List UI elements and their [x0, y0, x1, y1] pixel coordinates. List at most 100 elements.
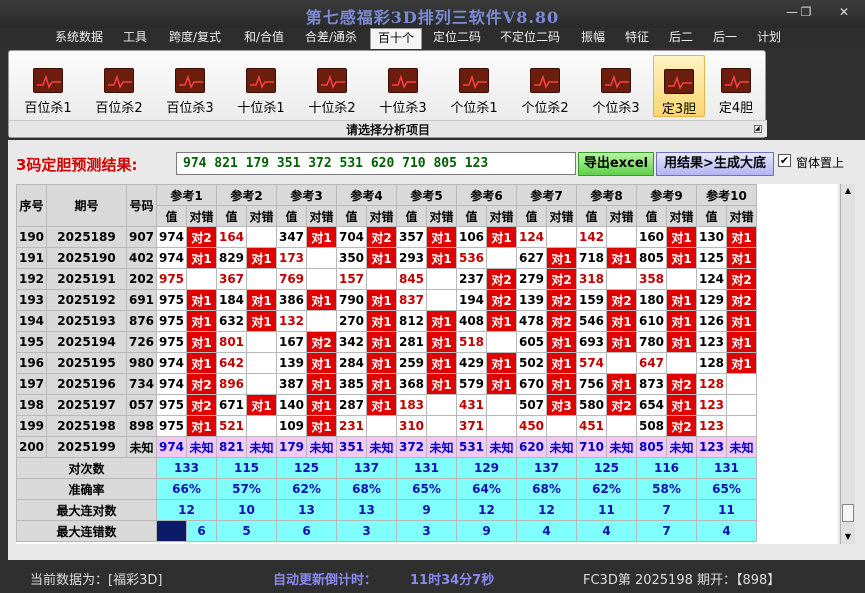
data-grid[interactable]: 序号 期号 号码 参考1 参考2 参考3 参考4 参考5 参考6 参考7 参考8 参考9 参考10 值对错… [16, 184, 838, 544]
menu-amplitude[interactable]: 振幅 [574, 28, 612, 48]
menu-tools[interactable]: 工具 [116, 28, 154, 48]
cell-hit: 对1 [726, 352, 757, 374]
cell-hit: 对1 [666, 247, 697, 269]
menu-last2[interactable]: 后二 [662, 28, 700, 48]
menu-pos2[interactable]: 定位二码 [428, 28, 486, 48]
cell-hit [246, 352, 277, 374]
ribbon-button-9[interactable]: 个位杀3 [585, 55, 647, 117]
col-header-value: 值 [516, 205, 547, 227]
ribbon-button-7[interactable]: 个位杀1 [443, 55, 505, 117]
ribbon-button-1[interactable]: 百位杀1 [17, 55, 79, 117]
content-panel: 3码定胆预测结果: 974 821 179 351 372 531 620 71… [8, 140, 865, 560]
stats-value: 62% [276, 478, 337, 500]
restore-button[interactable]: ❐ [794, 4, 818, 20]
menu-system-data[interactable]: 系统数据 [48, 28, 110, 48]
cell-value: 287 [336, 394, 367, 416]
menu-sum[interactable]: 和/合值 [236, 28, 292, 48]
cell-value: 237 [456, 268, 487, 290]
cell-hit: 对1 [426, 373, 457, 395]
table-row[interactable]: 199 2025198 898 975 对1 521 109 对1 231 310 371 450 45… [16, 415, 757, 437]
table-row[interactable]: 197 2025196 734 974 对2 896 387 对1 385 对1 368 对1 579 对… [16, 373, 757, 395]
col-header-ref: 参考10 [696, 184, 757, 206]
topmost-checkbox[interactable]: ✔ [778, 154, 791, 167]
stats-value: 57% [216, 478, 277, 500]
row-seq: 192 [16, 268, 47, 290]
scroll-up-icon[interactable]: ▲ [841, 184, 855, 198]
cell-hit: 对1 [546, 247, 577, 269]
countdown-label: 自动更新倒计时： [273, 573, 378, 588]
cell-value: 106 [456, 226, 487, 248]
table-row[interactable]: 193 2025192 691 975 对1 184 对1 386 对1 790 对1 837 194 对… [16, 289, 757, 311]
cell-hit [306, 268, 337, 290]
row-code: 980 [126, 352, 157, 374]
table-row[interactable]: 195 2025194 726 975 对1 801 167 对2 342 对1 281 对1 518 6… [16, 331, 757, 353]
menu-last1[interactable]: 后一 [706, 28, 744, 48]
menu-plan[interactable]: 计划 [750, 28, 788, 48]
cell-value: 507 [516, 394, 547, 416]
cell-value: 829 [216, 247, 247, 269]
col-header-hit: 对错 [426, 205, 457, 227]
cell-value: 129 [696, 289, 727, 311]
cell-hit [486, 394, 517, 416]
stats-label: 准确率 [16, 478, 157, 500]
col-header-value: 值 [336, 205, 367, 227]
col-header-ref: 参考6 [456, 184, 517, 206]
table-row[interactable]: 192 2025191 202 975 367 769 157 845 237 对2 279 对2 31… [16, 268, 757, 290]
stats-value: 62% [576, 478, 637, 500]
row-issue: 2025198 [46, 415, 127, 437]
status-bar: 当前数据为：[福彩3D] 自动更新倒计时： 11时34分7秒 FC3D第 202… [0, 562, 865, 593]
close-button[interactable]: ✕ [832, 4, 856, 20]
col-header-value: 值 [396, 205, 427, 227]
cell-hit: 对2 [606, 394, 637, 416]
table-row[interactable]: 190 2025189 907 974 对2 164 347 对1 704 对2 357 对1 106 对… [16, 226, 757, 248]
cell-hit: 对1 [546, 331, 577, 353]
cell-value: 164 [216, 226, 247, 248]
forecast-value: 123 [696, 436, 727, 458]
col-header-issue: 期号 [46, 184, 127, 227]
table-row[interactable]: 194 2025193 876 975 对1 632 对1 132 270 对1 812 对1 408 对… [16, 310, 757, 332]
export-excel-button[interactable]: 导出excel [578, 152, 654, 176]
col-header-hit: 对错 [246, 205, 277, 227]
cell-value: 521 [216, 415, 247, 437]
table-row[interactable]: 191 2025190 402 974 对1 829 对1 173 350 对1 293 对1 536 6… [16, 247, 757, 269]
menu-diff[interactable]: 合差/通杀 [298, 28, 364, 48]
ribbon-expand-icon[interactable]: ◢ [754, 125, 762, 133]
ribbon-button-4[interactable]: 十位杀1 [230, 55, 292, 117]
scroll-thumb[interactable] [842, 504, 854, 522]
cell-hit: 对1 [666, 289, 697, 311]
menu-span[interactable]: 跨度/复式 [160, 28, 230, 48]
stats-value: 3 [396, 520, 457, 542]
row-seq: 191 [16, 247, 47, 269]
row-seq: 199 [16, 415, 47, 437]
cell-value: 128 [696, 352, 727, 374]
forecast-row[interactable]: 200 2025199 未知 974 未知 821 未知 179 未知 351 未知 372 未知 531… [16, 436, 757, 458]
stats-value: 66% [156, 478, 217, 500]
scroll-down-icon[interactable]: ▼ [841, 530, 855, 544]
ribbon-button-8[interactable]: 个位杀2 [514, 55, 576, 117]
stats-value: 125 [576, 457, 637, 479]
cell-hit: 对1 [606, 247, 637, 269]
cell-hit: 对1 [246, 289, 277, 311]
table-row[interactable]: 196 2025195 980 974 对1 642 139 对1 284 对1 259 对1 429 对… [16, 352, 757, 374]
result-field[interactable]: 974 821 179 351 372 531 620 710 805 123 [176, 152, 576, 175]
ribbon-button-3[interactable]: 百位杀3 [159, 55, 221, 117]
ribbon-button-6[interactable]: 十位杀3 [372, 55, 434, 117]
ribbon-button-2[interactable]: 百位杀2 [88, 55, 150, 117]
menu-feature[interactable]: 特征 [618, 28, 656, 48]
cell-value: 845 [396, 268, 427, 290]
ribbon-button-label: 百位杀3 [166, 101, 214, 116]
vertical-scrollbar[interactable]: ▲ ▼ [840, 184, 855, 544]
cell-value: 790 [336, 289, 367, 311]
table-row[interactable]: 198 2025197 057 975 对2 671 对1 140 对1 287 对1 183 431 5… [16, 394, 757, 416]
chart-icon [246, 68, 276, 93]
ribbon-button-11[interactable]: 定4胆 [711, 55, 761, 117]
menu-nonpos2[interactable]: 不定位二码 [494, 28, 566, 48]
cell-hit: 对1 [246, 394, 277, 416]
cell-value: 627 [516, 247, 547, 269]
ribbon-button-5[interactable]: 十位杀2 [301, 55, 363, 117]
ribbon-button-10[interactable]: 定3胆 [653, 55, 705, 117]
menu-digits[interactable]: 百十个 [370, 28, 422, 49]
cell-value: 429 [456, 352, 487, 374]
generate-base-button[interactable]: 用结果>生成大底 [656, 152, 774, 176]
col-header-hit: 对错 [546, 205, 577, 227]
